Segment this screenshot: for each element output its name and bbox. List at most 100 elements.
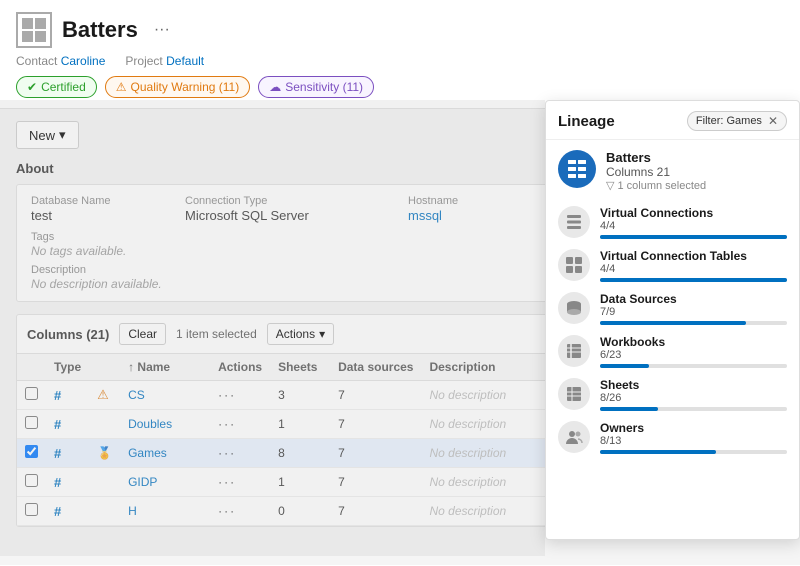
row-actions[interactable]: ··· — [210, 381, 270, 410]
ellipsis-icon[interactable]: ··· — [218, 417, 236, 431]
hostname-value[interactable]: mssql — [408, 208, 546, 223]
lineage-main-filter: ▽ 1 column selected — [606, 179, 706, 192]
col-header-checkbox — [17, 354, 46, 381]
filter-label: Filter: Games — [696, 115, 762, 127]
lineage-item-name[interactable]: Virtual Connection Tables — [600, 249, 787, 263]
lineage-main-columns: Columns 21 — [606, 165, 706, 179]
lineage-item-count: 7/9 — [600, 306, 787, 318]
row-warning: 🏅 — [89, 439, 120, 468]
row-warning — [89, 468, 120, 497]
chevron-down-icon: ▾ — [59, 127, 66, 143]
lineage-item-info: Owners 8/13 — [600, 421, 787, 454]
row-datasources: 7 — [330, 497, 421, 526]
project-label: Project Default — [125, 54, 204, 68]
clear-button[interactable]: Clear — [119, 323, 166, 345]
lineage-title: Lineage — [558, 113, 615, 130]
badge-row: ✔ Certified ⚠ Quality Warning (11) ☁ Sen… — [16, 76, 784, 98]
table-icon — [16, 12, 52, 48]
row-sheets: 1 — [270, 410, 330, 439]
lineage-item-info: Data Sources 7/9 — [600, 292, 787, 325]
sensitivity-badge[interactable]: ☁ Sensitivity (11) — [258, 76, 374, 98]
ellipsis-icon[interactable]: ··· — [218, 446, 236, 460]
ellipsis-icon[interactable]: ··· — [218, 504, 236, 518]
progress-bar-bg — [600, 450, 787, 454]
lineage-item-name[interactable]: Sheets — [600, 378, 787, 392]
row-type: # — [46, 381, 89, 410]
progress-bar-fill — [600, 235, 787, 239]
conn-type-value: Microsoft SQL Server — [185, 208, 392, 223]
column-name-link[interactable]: Games — [128, 446, 167, 460]
progress-bar-fill — [600, 407, 658, 411]
quality-warning-badge[interactable]: ⚠ Quality Warning (11) — [105, 76, 250, 98]
col-header-name[interactable]: ↑ Name — [120, 354, 210, 381]
certified-badge[interactable]: ✔ Certified — [16, 76, 97, 98]
sensitivity-icon: ☁ — [269, 80, 281, 94]
row-name[interactable]: Games — [120, 439, 210, 468]
row-name[interactable]: Doubles — [120, 410, 210, 439]
row-actions[interactable]: ··· — [210, 497, 270, 526]
lineage-main-icon — [558, 150, 596, 188]
row-sheets: 0 — [270, 497, 330, 526]
row-checkbox[interactable] — [17, 468, 46, 497]
progress-bar-fill — [600, 278, 787, 282]
row-checkbox[interactable] — [17, 410, 46, 439]
column-name-link[interactable]: H — [128, 504, 137, 518]
row-name[interactable]: GIDP — [120, 468, 210, 497]
lineage-item-name[interactable]: Owners — [600, 421, 787, 435]
row-checkbox[interactable] — [17, 497, 46, 526]
column-name-link[interactable]: GIDP — [128, 475, 157, 489]
header: Batters ··· Contact Caroline Project Def… — [0, 0, 800, 109]
row-actions[interactable]: ··· — [210, 410, 270, 439]
row-checkbox[interactable] — [17, 439, 46, 468]
lineage-item: Virtual Connections 4/4 — [558, 206, 787, 239]
lineage-main-info: Batters Columns 21 ▽ 1 column selected — [606, 150, 706, 192]
progress-bar-bg — [600, 278, 787, 282]
certified-icon: ✔ — [27, 80, 37, 94]
ellipsis-icon[interactable]: ··· — [218, 475, 236, 489]
lineage-main-name: Batters — [606, 150, 706, 165]
hash-icon: # — [54, 446, 61, 461]
row-checkbox[interactable] — [17, 381, 46, 410]
progress-bar-fill — [600, 364, 649, 368]
lineage-item: Virtual Connection Tables 4/4 — [558, 249, 787, 282]
page-title: Batters — [62, 17, 138, 43]
filter-badge[interactable]: Filter: Games ✕ — [687, 111, 787, 131]
row-datasources: 7 — [330, 410, 421, 439]
row-type: # — [46, 410, 89, 439]
row-actions[interactable]: ··· — [210, 468, 270, 497]
lineage-item-name[interactable]: Workbooks — [600, 335, 787, 349]
lineage-item-icon — [558, 292, 590, 324]
row-datasources: 7 — [330, 381, 421, 410]
lineage-item-count: 4/4 — [600, 220, 787, 232]
row-actions[interactable]: ··· — [210, 439, 270, 468]
lineage-item-info: Virtual Connections 4/4 — [600, 206, 787, 239]
lineage-item-count: 8/13 — [600, 435, 787, 447]
lineage-item: Workbooks 6/23 — [558, 335, 787, 368]
selected-info: 1 item selected — [176, 327, 257, 341]
filter-close-icon[interactable]: ✕ — [768, 114, 778, 128]
column-name-link[interactable]: CS — [128, 388, 145, 402]
col-header-datasources: Data sources — [330, 354, 421, 381]
hash-icon: # — [54, 388, 61, 403]
progress-bar-bg — [600, 235, 787, 239]
row-type: # — [46, 468, 89, 497]
lineage-panel: Lineage Filter: Games ✕ — [545, 100, 800, 540]
more-options-button[interactable]: ··· — [148, 19, 176, 41]
new-button[interactable]: New ▾ — [16, 121, 79, 149]
lineage-header: Lineage Filter: Games ✕ — [546, 101, 799, 140]
lineage-item-name[interactable]: Virtual Connections — [600, 206, 787, 220]
row-datasources: 7 — [330, 439, 421, 468]
progress-bar-bg — [600, 321, 787, 325]
lineage-item-count: 8/26 — [600, 392, 787, 404]
ellipsis-icon[interactable]: ··· — [218, 388, 236, 402]
chevron-down-icon: ▾ — [319, 327, 325, 341]
row-name[interactable]: CS — [120, 381, 210, 410]
col-header-warning — [89, 354, 120, 381]
row-name[interactable]: H — [120, 497, 210, 526]
lineage-main-item: Batters Columns 21 ▽ 1 column selected — [558, 150, 787, 192]
progress-bar-bg — [600, 364, 787, 368]
lineage-item-name[interactable]: Data Sources — [600, 292, 787, 306]
actions-button[interactable]: Actions ▾ — [267, 323, 334, 345]
column-name-link[interactable]: Doubles — [128, 417, 172, 431]
lineage-body: Batters Columns 21 ▽ 1 column selected V… — [546, 140, 799, 539]
